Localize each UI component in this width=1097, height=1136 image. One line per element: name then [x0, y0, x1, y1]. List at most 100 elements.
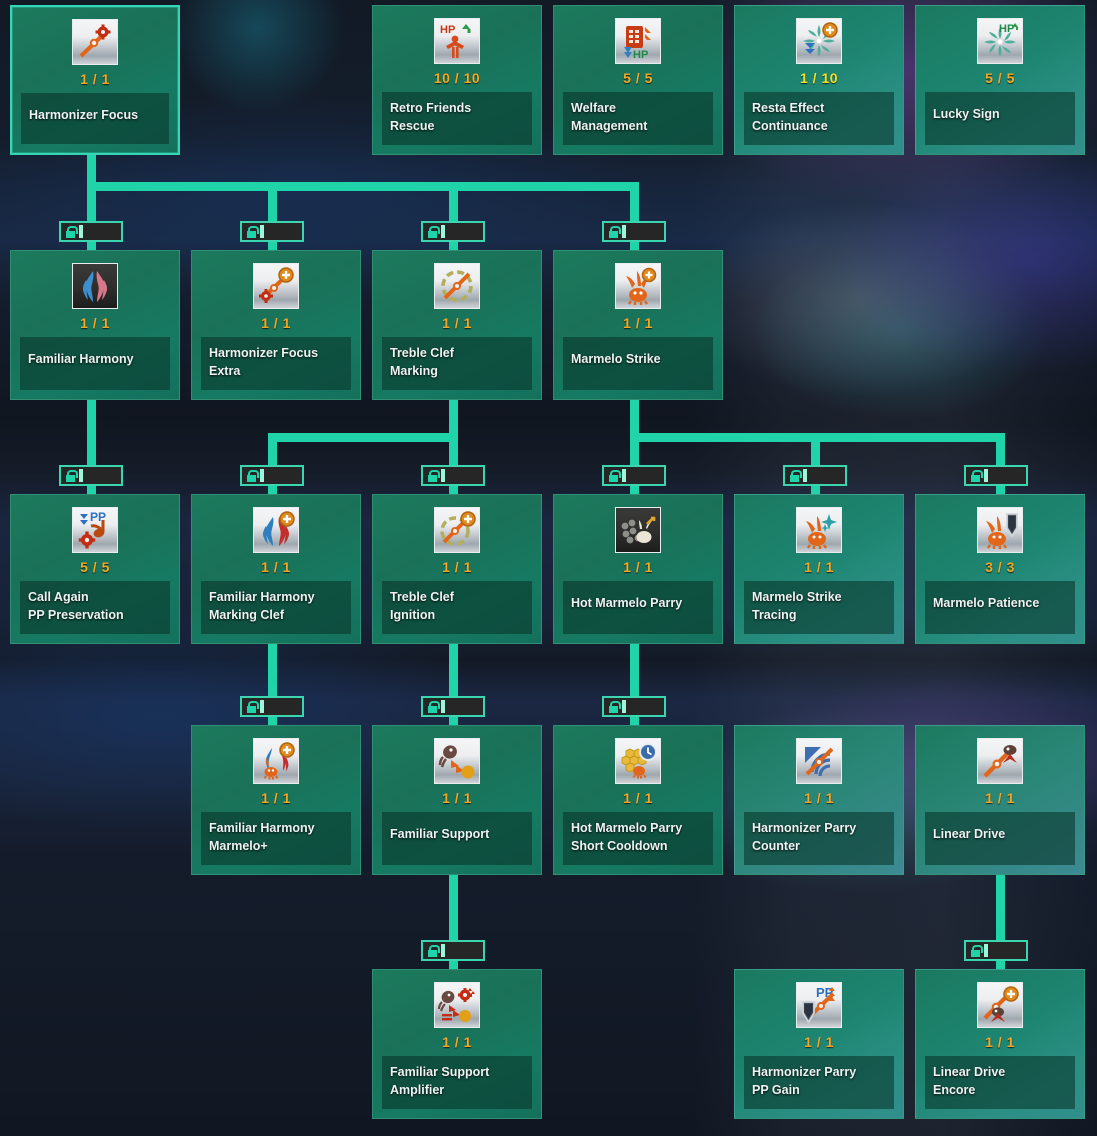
skill-node-familiar-harmony-marmelo-plus[interactable]: 1 / 1 Familiar Harmony Marmelo+ — [191, 725, 361, 875]
skill-name-line: Short Cooldown — [571, 839, 668, 853]
skill-node-lucky-sign[interactable]: HP 5 / 5 Lucky Sign — [915, 5, 1085, 155]
marmelo-sparkle-icon — [796, 507, 842, 553]
lock-icon — [65, 225, 83, 238]
unlock-badge[interactable] — [602, 696, 666, 717]
skill-nameplate: Linear Drive Encore — [925, 1056, 1075, 1109]
skill-node-resta-effect-continuance[interactable]: 1 / 10 Resta Effect Continuance — [734, 5, 904, 155]
unlock-badge[interactable] — [421, 465, 485, 486]
skill-name-line: Familiar Harmony — [28, 352, 134, 366]
rod-ring-icon — [434, 263, 480, 309]
connector-line — [630, 400, 639, 436]
skill-node-familiar-harmony-marking-clef[interactable]: 1 / 1 Familiar Harmony Marking Clef — [191, 494, 361, 644]
skill-node-linear-drive[interactable]: 1 / 1 Linear Drive — [915, 725, 1085, 875]
lock-icon — [246, 469, 264, 482]
skill-node-harmonizer-focus[interactable]: 1 / 1 Harmonizer Focus — [10, 5, 180, 155]
skill-node-harmonizer-parry-counter[interactable]: 1 / 1 Harmonizer Parry Counter — [734, 725, 904, 875]
rod-familiar-icon — [977, 738, 1023, 784]
skill-nameplate: Familiar Harmony — [20, 337, 170, 390]
lock-icon — [427, 225, 445, 238]
skill-nameplate: Familiar Support — [382, 812, 532, 865]
skill-node-linear-drive-encore[interactable]: 1 / 1 Linear Drive Encore — [915, 969, 1085, 1119]
skill-nameplate: Marmelo Strike — [563, 337, 713, 390]
unlock-badge[interactable] — [964, 465, 1028, 486]
skill-name-line: Retro Friends — [390, 101, 472, 115]
unlock-badge[interactable] — [421, 940, 485, 961]
unlock-badge[interactable] — [240, 465, 304, 486]
hp-person-up-icon: HP — [434, 18, 480, 64]
rank-counter: 1 / 1 — [804, 790, 834, 806]
skill-node-harmonizer-parry-pp-gain[interactable]: PP 1 / 1 Harmonizer Parry PP Gain — [734, 969, 904, 1119]
skill-name-line: Ignition — [390, 608, 436, 622]
skill-name-line: Marmelo+ — [209, 839, 268, 853]
skill-nameplate: Treble Clef Ignition — [382, 581, 532, 634]
skill-node-marmelo-strike[interactable]: 1 / 1 Marmelo Strike — [553, 250, 723, 400]
skill-node-treble-clef-ignition[interactable]: 1 / 1 Treble Clef Ignition — [372, 494, 542, 644]
unlock-badge[interactable] — [59, 465, 123, 486]
unlock-badge[interactable] — [240, 221, 304, 242]
marmelo-icon — [615, 263, 661, 309]
resta-plus-icon — [796, 18, 842, 64]
rank-counter: 10 / 10 — [433, 70, 481, 86]
skill-name-line: Harmonizer Focus — [209, 346, 319, 360]
skill-node-harmonizer-focus-extra[interactable]: 1 / 1 Harmonizer Focus Extra — [191, 250, 361, 400]
rank-counter: 1 / 1 — [442, 315, 472, 331]
skill-name-line: Familiar Harmony — [209, 821, 315, 835]
skill-node-treble-clef-marking[interactable]: 1 / 1 Treble Clef Marking — [372, 250, 542, 400]
skill-node-retro-friends-rescue[interactable]: HP 10 / 10 Retro Friends Rescue — [372, 5, 542, 155]
skill-node-familiar-support-amplifier[interactable]: 1 / 1 Familiar Support Amplifier — [372, 969, 542, 1119]
skill-nameplate: Hot Marmelo Parry Short Cooldown — [563, 812, 713, 865]
rank-counter: 1 / 1 — [985, 1034, 1015, 1050]
skill-nameplate: Marmelo Strike Tracing — [744, 581, 894, 634]
lock-icon — [427, 469, 445, 482]
skill-node-marmelo-strike-tracing[interactable]: 1 / 1 Marmelo Strike Tracing — [734, 494, 904, 644]
honeycomb-clock-icon — [615, 738, 661, 784]
skill-nameplate: Harmonizer Parry PP Gain — [744, 1056, 894, 1109]
connector-line — [630, 644, 639, 699]
skill-nameplate: Familiar Support Amplifier — [382, 1056, 532, 1109]
lock-icon — [970, 944, 988, 957]
lock-icon — [246, 700, 264, 713]
connector-line — [268, 433, 458, 442]
skill-name-line: Familiar Harmony — [209, 590, 315, 604]
skill-node-familiar-support[interactable]: 1 / 1 Familiar Support — [372, 725, 542, 875]
unlock-badge[interactable] — [602, 221, 666, 242]
lock-icon — [608, 469, 626, 482]
rod-gear-plus-icon — [253, 263, 299, 309]
unlock-badge[interactable] — [602, 465, 666, 486]
unlock-badge[interactable] — [421, 221, 485, 242]
unlock-badge[interactable] — [964, 940, 1028, 961]
lock-icon — [608, 225, 626, 238]
skill-name-line: Hot Marmelo Parry — [571, 821, 683, 835]
lock-icon — [608, 700, 626, 713]
rod-familiar-plus-icon — [977, 982, 1023, 1028]
unlock-badge[interactable] — [240, 696, 304, 717]
rank-counter: 1 / 1 — [804, 559, 834, 575]
connector-line — [87, 182, 639, 191]
skill-node-marmelo-patience[interactable]: 3 / 3 Marmelo Patience — [915, 494, 1085, 644]
connector-line — [449, 875, 458, 943]
svg-text:HP: HP — [999, 23, 1014, 35]
skill-name-line: Marking Clef — [209, 608, 285, 622]
skill-node-welfare-management[interactable]: HP 5 / 5 Welfare Management — [553, 5, 723, 155]
lock-icon — [427, 700, 445, 713]
skill-nameplate: Familiar Harmony Marmelo+ — [201, 812, 351, 865]
skill-nameplate: Treble Clef Marking — [382, 337, 532, 390]
skill-node-hot-marmelo-parry-short-cooldown[interactable]: 1 / 1 Hot Marmelo Parry Short Cooldown — [553, 725, 723, 875]
connector-line — [449, 644, 458, 699]
skill-name-line: Counter — [752, 839, 800, 853]
unlock-badge[interactable] — [421, 696, 485, 717]
rank-counter: 1 / 1 — [623, 315, 653, 331]
skill-name-line: Marmelo Patience — [933, 596, 1040, 610]
marmelo-dodge-icon — [615, 507, 661, 553]
familiar-gear-amp-icon — [434, 982, 480, 1028]
unlock-badge[interactable] — [783, 465, 847, 486]
skill-node-hot-marmelo-parry[interactable]: 1 / 1 Hot Marmelo Parry — [553, 494, 723, 644]
unlock-badge[interactable] — [59, 221, 123, 242]
skill-node-familiar-harmony[interactable]: 1 / 1 Familiar Harmony — [10, 250, 180, 400]
rod-gear-icon — [72, 19, 118, 65]
skill-nameplate: Retro Friends Rescue — [382, 92, 532, 145]
flame-marmelo-plus-icon — [253, 738, 299, 784]
skill-node-call-again-pp-preservation[interactable]: PP 5 / 5 Call Again PP Preservation — [10, 494, 180, 644]
lock-icon — [970, 469, 988, 482]
skill-nameplate: Lucky Sign — [925, 92, 1075, 145]
